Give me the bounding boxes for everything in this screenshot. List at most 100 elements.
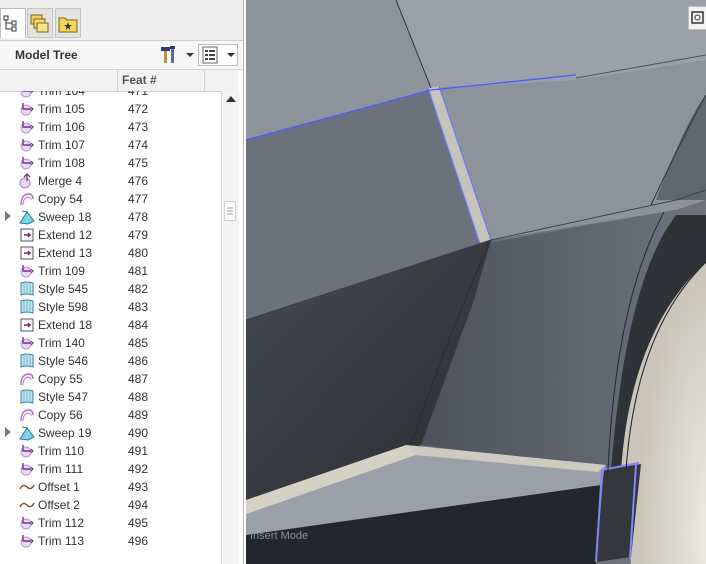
tree-row[interactable]: Trim 106 473 [0, 118, 221, 136]
tree-row[interactable]: Offset 2 494 [0, 496, 221, 514]
tab-favorites[interactable] [55, 8, 81, 38]
sweep-icon [19, 425, 35, 441]
tab-layers[interactable] [27, 8, 53, 38]
tree-row-feat-number: 483 [128, 300, 149, 314]
tree-row[interactable]: Trim 107 474 [0, 136, 221, 154]
trim-icon [19, 155, 35, 171]
navigator-tabbar [0, 0, 243, 41]
show-dropdown-button[interactable] [198, 44, 238, 66]
tree-row-feat-number: 494 [128, 498, 149, 512]
tree-row[interactable]: Trim 140 485 [0, 334, 221, 352]
tree-row[interactable]: Copy 55 487 [0, 370, 221, 388]
tree-row[interactable]: Style 598 483 [0, 298, 221, 316]
vertical-scrollbar[interactable] [221, 91, 239, 564]
trim-icon [19, 335, 35, 351]
offset-icon [19, 479, 35, 495]
tree-row[interactable]: Trim 104 471 [0, 91, 221, 100]
tree-row[interactable]: Trim 105 472 [0, 100, 221, 118]
tree-row-feat-number: 479 [128, 228, 149, 242]
trim-icon [19, 461, 35, 477]
tree-row-feat-number: 492 [128, 462, 149, 476]
merge-icon [19, 173, 35, 189]
tree-row-feat-number: 482 [128, 282, 149, 296]
settings-dropdown-button[interactable] [158, 44, 196, 66]
column-divider [204, 70, 205, 91]
tree-row-name: Style 547 [38, 390, 89, 404]
tree-row-feat-number: 490 [128, 426, 149, 440]
tree-row[interactable]: Style 546 486 [0, 352, 221, 370]
scroll-thumb[interactable] [224, 201, 236, 221]
tree-row[interactable]: Merge 4 476 [0, 172, 221, 190]
tree-row-feat-number: 493 [128, 480, 149, 494]
tree-row-name: Trim 104 [38, 91, 85, 98]
copy-icon [19, 371, 35, 387]
tree-row[interactable]: Sweep 19 490 [0, 424, 221, 442]
sweep-icon [19, 209, 35, 225]
saved-views-icon [691, 11, 704, 24]
tree-row-name: Trim 106 [38, 120, 85, 134]
tree-row[interactable]: Trim 111 492 [0, 460, 221, 478]
style-icon [19, 353, 35, 369]
trim-icon [19, 443, 35, 459]
model-surface-render [246, 0, 706, 564]
tree-row[interactable]: Style 545 482 [0, 280, 221, 298]
tree-row[interactable]: Trim 108 475 [0, 154, 221, 172]
copy-icon [19, 191, 35, 207]
tree-row[interactable]: Extend 18 484 [0, 316, 221, 334]
tree-row-name: Style 546 [38, 354, 89, 368]
tree-row[interactable]: Trim 113 496 [0, 532, 221, 550]
column-name-header[interactable] [0, 70, 118, 91]
trim-icon [19, 533, 35, 549]
scroll-up-arrow-icon[interactable] [226, 96, 236, 102]
trim-icon [19, 515, 35, 531]
extend-icon [19, 227, 35, 243]
tree-row[interactable]: Trim 110 491 [0, 442, 221, 460]
tree-row[interactable]: Extend 13 480 [0, 244, 221, 262]
tree-row-feat-number: 481 [128, 264, 149, 278]
tree-row[interactable]: Offset 1 493 [0, 478, 221, 496]
tree-row-name: Offset 2 [38, 498, 80, 512]
tree-row[interactable]: Style 547 488 [0, 388, 221, 406]
tree-row[interactable]: Trim 112 495 [0, 514, 221, 532]
model-tree-header: Model Tree [0, 41, 243, 70]
layers-icon [30, 14, 49, 33]
tree-row-feat-number: 489 [128, 408, 149, 422]
tree-row-name: Copy 56 [38, 408, 83, 422]
tree-row-name: Extend 13 [38, 246, 93, 260]
tree-row-feat-number: 474 [128, 138, 149, 152]
graphics-viewport[interactable]: Insert Mode [246, 0, 706, 564]
extend-icon [19, 317, 35, 333]
tree-row-name: Trim 109 [38, 264, 85, 278]
tree-row-name: Trim 140 [38, 336, 85, 350]
tree-row-name: Trim 107 [38, 138, 85, 152]
tree-row-feat-number: 480 [128, 246, 149, 260]
column-header: Feat # [0, 70, 238, 92]
expand-arrow-icon[interactable] [5, 427, 11, 437]
expand-arrow-icon[interactable] [5, 211, 11, 221]
tree-row-feat-number: 486 [128, 354, 149, 368]
tree-row-name: Trim 111 [38, 462, 84, 476]
tree-row-name: Trim 105 [38, 102, 85, 116]
tree-row-name: Trim 108 [38, 156, 85, 170]
tree-row-feat-number: 477 [128, 192, 149, 206]
tab-model-tree[interactable] [0, 8, 26, 38]
tree-row-feat-number: 488 [128, 390, 149, 404]
hammer-icon [161, 46, 175, 63]
chevron-down-icon [186, 53, 194, 57]
tree-row[interactable]: Copy 54 477 [0, 190, 221, 208]
style-icon [19, 281, 35, 297]
tree-row[interactable]: Trim 109 481 [0, 262, 221, 280]
tree-row[interactable]: Extend 12 479 [0, 226, 221, 244]
tree-row-feat-number: 496 [128, 534, 149, 548]
column-feat-header[interactable]: Feat # [122, 73, 157, 87]
model-tree-panel: Model Tree Feat # Trim 104 471 Trim 105 … [0, 0, 244, 564]
offset-icon [19, 497, 35, 513]
trim-icon [19, 91, 35, 99]
tree-row-feat-number: 472 [128, 102, 149, 116]
tree-row[interactable]: Sweep 18 478 [0, 208, 221, 226]
view-toolbar-button[interactable] [688, 6, 706, 30]
tree-row[interactable]: Copy 56 489 [0, 406, 221, 424]
list-icon [202, 46, 218, 64]
tree-row-feat-number: 473 [128, 120, 149, 134]
tree-row-feat-number: 487 [128, 372, 149, 386]
